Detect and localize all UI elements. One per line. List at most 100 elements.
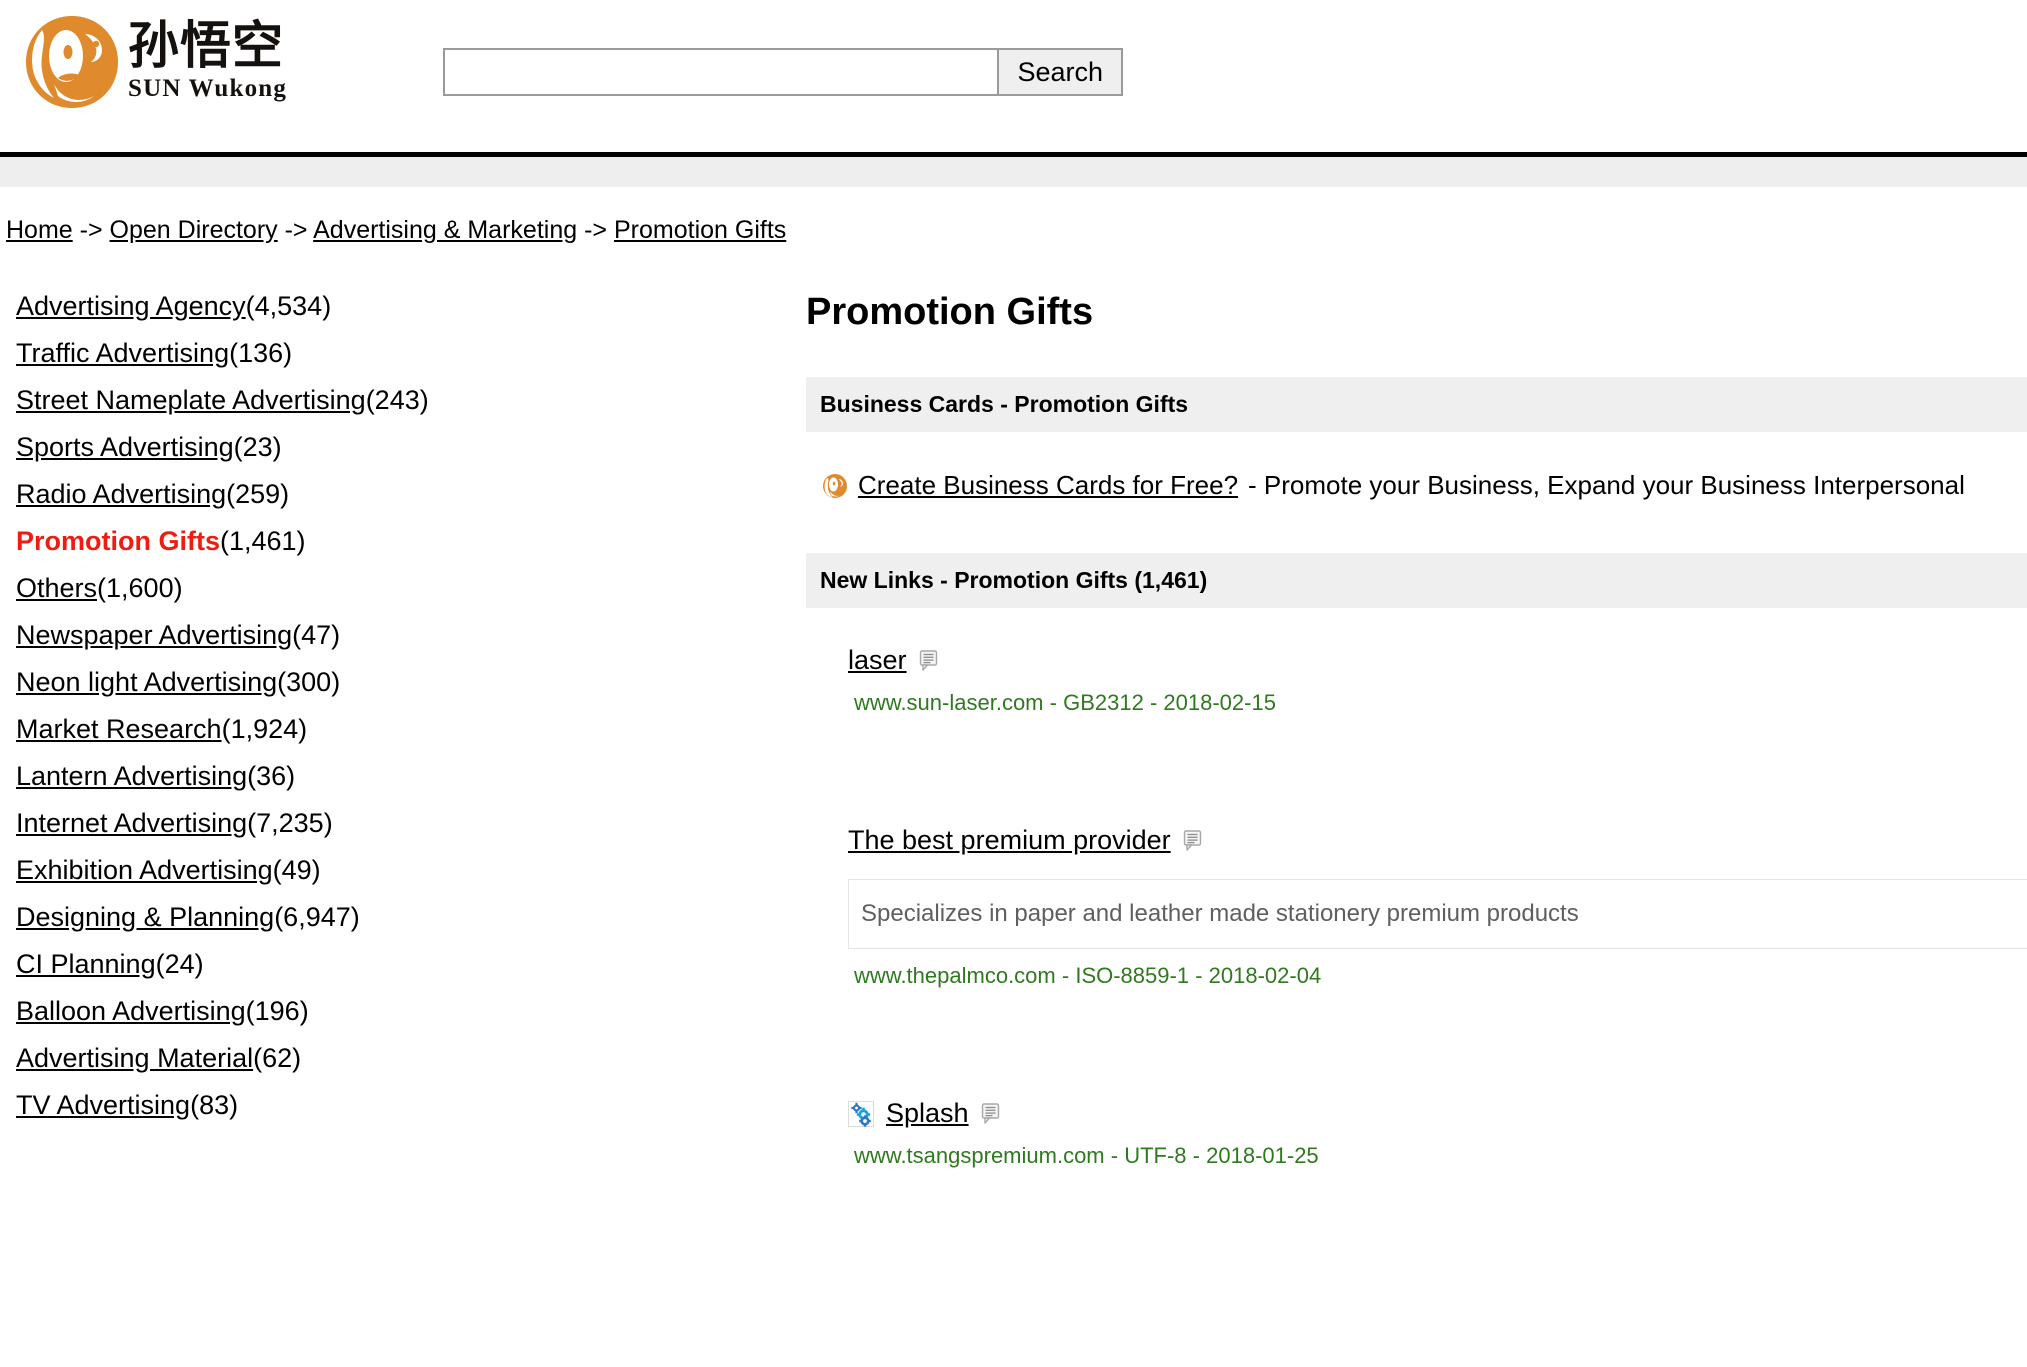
sun-wukong-monkey-logo-icon — [22, 12, 122, 112]
breadcrumb-separator: -> — [285, 216, 308, 244]
sidebar-item-internet-advertising[interactable]: Internet Advertising(7,235) — [16, 810, 780, 837]
meta-separator: - — [1193, 1143, 1200, 1168]
breadcrumb-item-advertising-marketing[interactable]: Advertising & Marketing — [313, 216, 577, 244]
sidebar-item-balloon-advertising[interactable]: Balloon Advertising(196) — [16, 998, 780, 1025]
sidebar-item-label[interactable]: Traffic Advertising — [16, 338, 229, 368]
sidebar-item-advertising-material[interactable]: Advertising Material(62) — [16, 1045, 780, 1072]
sidebar-item-label[interactable]: Lantern Advertising — [16, 761, 247, 791]
sidebar-item-count: (24) — [156, 949, 204, 979]
comment-icon[interactable] — [919, 650, 939, 672]
sidebar-item-ci-planning[interactable]: CI Planning(24) — [16, 951, 780, 978]
sidebar-item-label[interactable]: TV Advertising — [16, 1090, 190, 1120]
sidebar-item-count: (47) — [292, 620, 340, 650]
sidebar-item-lantern-advertising[interactable]: Lantern Advertising(36) — [16, 763, 780, 790]
listing-header: Splash — [848, 1099, 2027, 1129]
listing-description: Specializes in paper and leather made st… — [848, 879, 2027, 949]
sidebar-item-others[interactable]: Others(1,600) — [16, 575, 780, 602]
sidebar-item-label[interactable]: Promotion Gifts — [16, 526, 220, 556]
sidebar-item-market-research[interactable]: Market Research(1,924) — [16, 716, 780, 743]
listing-title-link[interactable]: The best premium provider — [848, 826, 1171, 856]
sidebar-item-count: (1,461) — [220, 526, 306, 556]
listing-url: www.thepalmco.com — [854, 963, 1056, 988]
listing-spacer — [806, 989, 2027, 1061]
sidebar-item-label[interactable]: CI Planning — [16, 949, 156, 979]
featured-listing: Create Business Cards for Free? - Promot… — [806, 432, 2027, 553]
listing-spacer — [806, 716, 2027, 788]
sidebar-item-tv-advertising[interactable]: TV Advertising(83) — [16, 1092, 780, 1119]
section-body-new-links: laser www.sun-laser.com - GB2312 - — [806, 608, 2027, 1169]
sidebar-item-street-nameplate-advertising[interactable]: Street Nameplate Advertising(243) — [16, 387, 780, 414]
meta-separator: - — [1150, 690, 1157, 715]
breadcrumb-item-open-directory[interactable]: Open Directory — [110, 216, 278, 244]
sidebar-item-radio-advertising[interactable]: Radio Advertising(259) — [16, 481, 780, 508]
listing-title-link[interactable]: laser — [848, 646, 907, 676]
sidebar-item-label[interactable]: Radio Advertising — [16, 479, 226, 509]
sidebar-item-label[interactable]: Newspaper Advertising — [16, 620, 292, 650]
sidebar-item-count: (136) — [229, 338, 292, 368]
sidebar-item-count: (83) — [190, 1090, 238, 1120]
breadcrumb-separator: -> — [80, 216, 103, 244]
breadcrumb-item-home[interactable]: Home — [6, 216, 73, 244]
sidebar-item-count: (23) — [234, 432, 282, 462]
sidebar-item-count: (1,600) — [97, 573, 183, 603]
sidebar-item-label[interactable]: Neon light Advertising — [16, 667, 277, 697]
sidebar-item-label[interactable]: Advertising Material — [16, 1043, 253, 1073]
listing-title-link[interactable]: Splash — [886, 1099, 969, 1129]
sidebar-item-label[interactable]: Internet Advertising — [16, 808, 247, 838]
sidebar-item-advertising-agency[interactable]: Advertising Agency(4,534) — [16, 293, 780, 320]
listing-charset: ISO-8859-1 — [1075, 963, 1189, 988]
sidebar-item-label[interactable]: Sports Advertising — [16, 432, 234, 462]
section-body-business-cards: Create Business Cards for Free? - Promot… — [806, 432, 2027, 553]
search-bar: Search — [443, 48, 1123, 96]
sidebar-item-count: (6,947) — [274, 902, 360, 932]
list-item: The best premium provider Specializes in… — [806, 788, 2027, 990]
listing-meta: www.tsangspremium.com - UTF-8 - 2018-01-… — [848, 1143, 2027, 1169]
list-item: laser www.sun-laser.com - GB2312 - — [806, 608, 2027, 716]
meta-separator: - — [1195, 963, 1202, 988]
sidebar-item-label[interactable]: Street Nameplate Advertising — [16, 385, 366, 415]
featured-link[interactable]: Create Business Cards for Free? — [858, 470, 1238, 501]
nav-bar — [0, 157, 2027, 187]
category-sidebar: Advertising Agency(4,534) Traffic Advert… — [0, 293, 780, 1139]
sidebar-item-label[interactable]: Others — [16, 573, 97, 603]
sidebar-item-count: (300) — [277, 667, 340, 697]
sidebar-item-label[interactable]: Market Research — [16, 714, 222, 744]
listing-charset: UTF-8 — [1124, 1143, 1186, 1168]
listing-header: The best premium provider — [848, 826, 2027, 856]
listing-meta: www.thepalmco.com - ISO-8859-1 - 2018-02… — [848, 963, 2027, 989]
comment-icon[interactable] — [1183, 830, 1203, 852]
sidebar-item-label[interactable]: Exhibition Advertising — [16, 855, 273, 885]
sidebar-item-sports-advertising[interactable]: Sports Advertising(23) — [16, 434, 780, 461]
sidebar-item-label[interactable]: Designing & Planning — [16, 902, 274, 932]
sidebar-item-neon-light-advertising[interactable]: Neon light Advertising(300) — [16, 669, 780, 696]
sidebar-item-count: (49) — [273, 855, 321, 885]
section-header-new-links: New Links - Promotion Gifts (1,461) — [806, 553, 2027, 608]
breadcrumb-separator: -> — [584, 216, 607, 244]
site-logo[interactable]: 孙悟空 SUN Wukong — [22, 12, 287, 112]
search-input[interactable] — [445, 50, 997, 94]
listing-meta: www.sun-laser.com - GB2312 - 2018-02-15 — [848, 690, 2027, 716]
comment-icon[interactable] — [981, 1103, 1001, 1125]
sun-wukong-favicon-icon — [822, 473, 848, 499]
section-header-business-cards: Business Cards - Promotion Gifts — [806, 377, 2027, 432]
sidebar-item-label[interactable]: Balloon Advertising — [16, 996, 246, 1026]
featured-description: - Promote your Business, Expand your Bus… — [1248, 470, 1965, 501]
meta-separator: - — [1050, 690, 1057, 715]
search-button[interactable]: Search — [997, 50, 1121, 94]
sidebar-item-count: (7,235) — [247, 808, 333, 838]
sidebar-item-promotion-gifts[interactable]: Promotion Gifts(1,461) — [16, 528, 780, 555]
sidebar-item-count: (196) — [246, 996, 309, 1026]
page-body: Advertising Agency(4,534) Traffic Advert… — [0, 293, 2027, 1169]
listing-header: laser — [848, 646, 2027, 676]
sidebar-item-newspaper-advertising[interactable]: Newspaper Advertising(47) — [16, 622, 780, 649]
sidebar-item-count: (36) — [247, 761, 295, 791]
sidebar-item-exhibition-advertising[interactable]: Exhibition Advertising(49) — [16, 857, 780, 884]
listing-date: 2018-02-04 — [1209, 963, 1322, 988]
listing-date: 2018-01-25 — [1206, 1143, 1319, 1168]
breadcrumb-item-promotion-gifts[interactable]: Promotion Gifts — [614, 216, 786, 244]
meta-separator: - — [1062, 963, 1069, 988]
site-header: 孙悟空 SUN Wukong Search — [0, 0, 2027, 152]
sidebar-item-designing-planning[interactable]: Designing & Planning(6,947) — [16, 904, 780, 931]
sidebar-item-label[interactable]: Advertising Agency — [16, 291, 246, 321]
sidebar-item-traffic-advertising[interactable]: Traffic Advertising(136) — [16, 340, 780, 367]
